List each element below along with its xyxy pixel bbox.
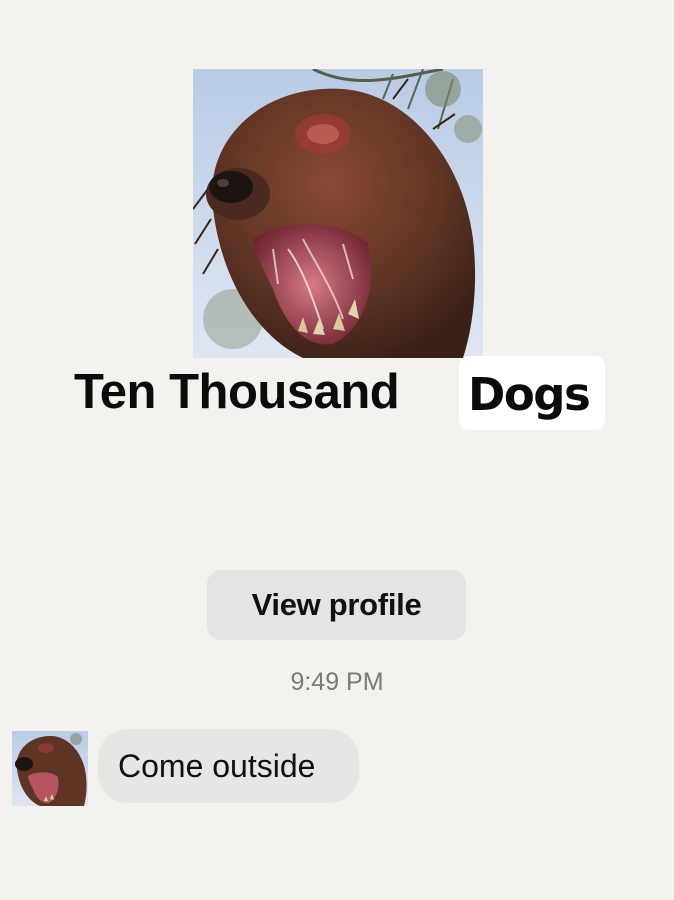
view-profile-button[interactable]: View profile bbox=[207, 570, 466, 640]
dog-avatar-icon bbox=[12, 731, 88, 806]
contact-name-highlight: Dogs bbox=[459, 356, 605, 430]
chat-screen: Ten Thousand Dogs View profile 9:49 PM C… bbox=[0, 0, 674, 900]
contact-name-row: Ten Thousand Dogs bbox=[0, 356, 674, 436]
profile-photo[interactable] bbox=[193, 69, 483, 358]
contact-name-highlight-text: Dogs bbox=[468, 368, 591, 421]
sender-avatar[interactable] bbox=[12, 731, 88, 806]
contact-name: Ten Thousand bbox=[74, 365, 400, 419]
dog-photo-icon bbox=[193, 69, 483, 358]
message-bubble[interactable]: Come outside bbox=[98, 729, 359, 803]
message-timestamp: 9:49 PM bbox=[290, 668, 384, 696]
message-text: Come outside bbox=[118, 747, 316, 784]
